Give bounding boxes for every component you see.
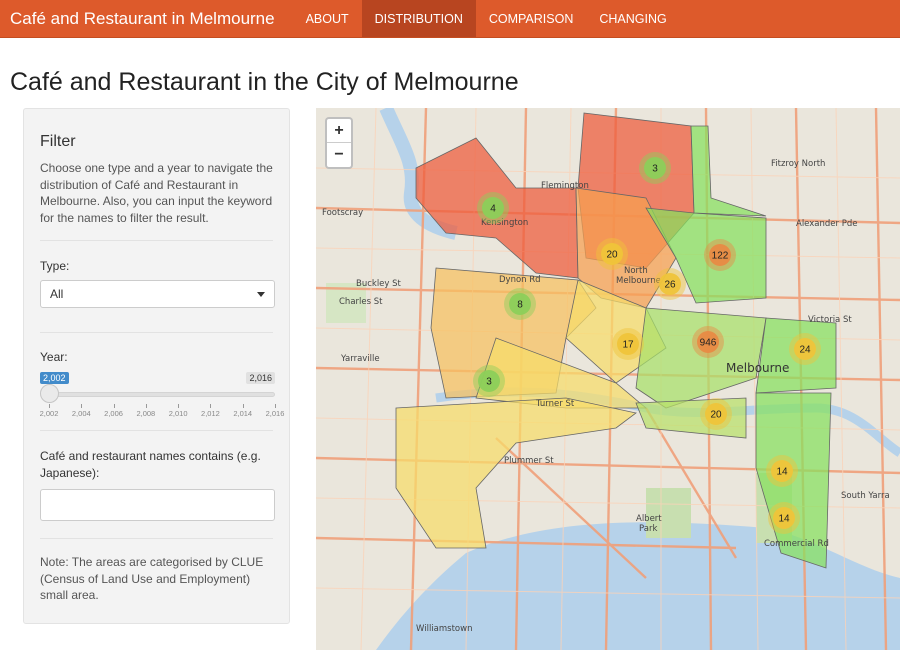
- cluster-marker[interactable]: 17: [612, 328, 644, 360]
- slider-tick-label: 2,006: [104, 409, 123, 418]
- filter-panel: Filter Choose one type and a year to nav…: [23, 108, 290, 624]
- map-street-label: Plummer St: [504, 456, 554, 466]
- nav-comparison[interactable]: COMPARISON: [476, 0, 587, 37]
- map-street-label: Footscray: [322, 208, 363, 218]
- slider-value-badge: 2,002: [40, 372, 69, 384]
- cluster-marker[interactable]: 122: [704, 239, 736, 271]
- cluster-count: 3: [652, 164, 658, 175]
- map-street-label: Yarraville: [340, 354, 380, 364]
- nav-links: ABOUT DISTRIBUTION COMPARISON CHANGING: [293, 0, 680, 37]
- cluster-count: 20: [606, 250, 618, 261]
- map-street-label: Dynon Rd: [499, 275, 541, 285]
- chevron-down-icon: [257, 291, 265, 297]
- map[interactable]: Footscray Flemington Kensington North Me…: [316, 108, 900, 650]
- cluster-count: 8: [517, 300, 523, 311]
- cluster-count: 14: [776, 467, 788, 478]
- map-street-label: Albert: [636, 514, 662, 524]
- page-title: Café and Restaurant in the City of Melmo…: [10, 68, 519, 96]
- map-street-label: Flemington: [541, 181, 589, 191]
- type-select-value: All: [50, 287, 64, 301]
- filter-heading: Filter: [40, 133, 76, 150]
- slider-tick-label: 2,008: [136, 409, 156, 418]
- divider: [40, 430, 273, 431]
- slider-tick-label: 2,004: [71, 409, 91, 418]
- cluster-marker[interactable]: 20: [700, 398, 732, 430]
- cluster-count: 14: [778, 514, 790, 525]
- cluster-count: 26: [664, 280, 676, 291]
- slider-max-badge: 2,016: [246, 372, 275, 384]
- navbar: Café and Restaurant in Melmourne ABOUT D…: [0, 0, 900, 38]
- slider-tick: [81, 404, 83, 408]
- cluster-marker[interactable]: 14: [768, 502, 800, 534]
- cluster-marker[interactable]: 946: [692, 326, 724, 358]
- slider-track[interactable]: [48, 392, 275, 397]
- cluster-marker[interactable]: 20: [596, 238, 628, 270]
- cluster-marker[interactable]: 24: [789, 333, 821, 365]
- map-city-label: Melbourne: [726, 361, 789, 375]
- cluster-count: 946: [700, 338, 717, 349]
- cluster-count: 20: [710, 410, 722, 421]
- year-slider[interactable]: 2,002 2,016 2,002 2,004 2,006 2,008 2,010 2,0…: [40, 370, 284, 420]
- cluster-count: 3: [486, 377, 492, 388]
- slider-tick: [178, 404, 180, 408]
- divider: [40, 240, 273, 241]
- cluster-count: 122: [712, 251, 729, 262]
- cluster-marker[interactable]: 4: [477, 192, 509, 224]
- slider-tick: [113, 404, 115, 408]
- slider-handle[interactable]: [40, 384, 59, 403]
- map-street-label: Williamstown: [416, 624, 472, 634]
- map-street-label: Fitzroy North: [771, 159, 825, 169]
- map-canvas[interactable]: Footscray Flemington Kensington North Me…: [316, 108, 900, 650]
- map-street-label: South Yarra: [841, 491, 890, 501]
- cluster-count: 4: [490, 204, 496, 215]
- divider: [40, 332, 273, 333]
- slider-ticks: 2,002 2,004 2,006 2,008 2,010 2,012 2,014 2,016: [40, 404, 284, 418]
- cluster-marker[interactable]: 26: [654, 268, 686, 300]
- map-street-label: Park: [639, 524, 657, 534]
- cluster-marker[interactable]: 3: [473, 365, 505, 397]
- slider-tick-label: 2,012: [201, 409, 220, 418]
- name-filter-input[interactable]: [40, 489, 275, 521]
- filter-description: Choose one type and a year to navigate t…: [40, 161, 273, 225]
- slider-tick-label: 2,014: [233, 409, 253, 418]
- slider-tick: [275, 404, 276, 408]
- slider-tick-label: 2,002: [39, 409, 59, 418]
- cluster-count: 17: [622, 340, 634, 351]
- slider-tick: [145, 404, 147, 408]
- slider-tick: [210, 404, 212, 408]
- map-street-label: North: [624, 266, 648, 276]
- map-street-label: Victoria St: [808, 315, 852, 325]
- area-carlton-north: [690, 125, 767, 217]
- map-street-label: Alexander Pde: [796, 219, 857, 229]
- nav-distribution[interactable]: DISTRIBUTION: [361, 0, 476, 37]
- brand-title[interactable]: Café and Restaurant in Melmourne: [0, 0, 285, 37]
- nav-changing[interactable]: CHANGING: [586, 0, 679, 37]
- cluster-marker[interactable]: 8: [504, 288, 536, 320]
- slider-tick: [49, 404, 50, 408]
- name-filter-label: Café and restaurant names contains (e.g.…: [40, 449, 261, 480]
- zoom-control: + −: [325, 117, 353, 169]
- cluster-marker[interactable]: 14: [766, 455, 798, 487]
- slider-tick-label: 2,010: [168, 409, 188, 418]
- type-label: Type:: [40, 259, 70, 273]
- map-street-label: Turner St: [535, 399, 575, 409]
- area-melbourne-cbd: [635, 307, 767, 409]
- zoom-in-button[interactable]: +: [327, 119, 351, 143]
- divider: [40, 538, 273, 539]
- slider-tick: [242, 404, 244, 408]
- cluster-count: 24: [799, 345, 811, 356]
- nav-about[interactable]: ABOUT: [293, 0, 362, 37]
- slider-tick-label: 2,016: [265, 409, 285, 418]
- map-street-label: Charles St: [339, 297, 383, 307]
- cluster-marker[interactable]: 3: [639, 152, 671, 184]
- year-label: Year:: [40, 350, 68, 364]
- map-street-label: Commercial Rd: [764, 539, 829, 549]
- zoom-out-button[interactable]: −: [327, 143, 351, 167]
- clue-note: Note: The areas are categorised by CLUE …: [40, 555, 264, 602]
- type-select[interactable]: All: [40, 280, 275, 308]
- map-street-label: Buckley St: [356, 279, 402, 289]
